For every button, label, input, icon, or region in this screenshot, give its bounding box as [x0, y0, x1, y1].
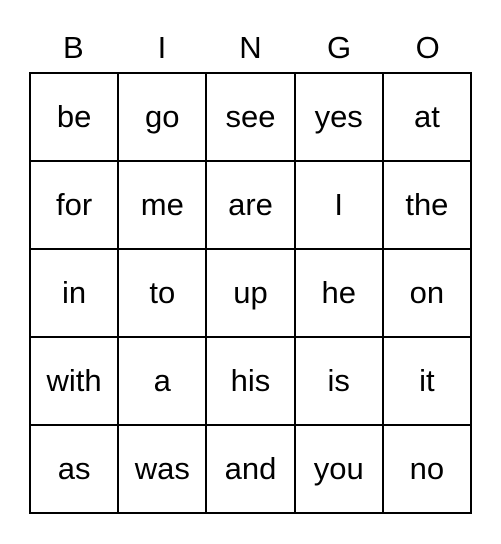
header-letter-n: N — [239, 30, 262, 65]
header-letter-b: B — [62, 30, 84, 65]
bingo-cell[interactable]: is — [295, 338, 384, 426]
bingo-cell[interactable]: with — [31, 338, 120, 426]
bingo-cell[interactable]: be — [31, 74, 120, 162]
bingo-cell[interactable]: up — [207, 250, 296, 338]
bingo-board: be go see yes at for me are I the in to … — [29, 72, 472, 514]
bingo-cell[interactable]: to — [119, 250, 208, 338]
bingo-cell[interactable]: on — [383, 250, 472, 338]
bingo-cell[interactable]: was — [119, 426, 208, 514]
bingo-cell[interactable]: you — [295, 426, 384, 514]
bingo-cell[interactable]: I — [295, 162, 384, 250]
header-letter-g: G — [327, 30, 352, 65]
bingo-cell[interactable]: for — [31, 162, 120, 250]
header-letter-o: O — [415, 30, 440, 65]
bingo-cell[interactable]: he — [295, 250, 384, 338]
bingo-cell[interactable]: go — [119, 74, 208, 162]
bingo-cell[interactable]: as — [31, 426, 120, 514]
bingo-cell[interactable]: and — [207, 426, 296, 514]
bingo-cell[interactable]: at — [383, 74, 472, 162]
bingo-header: B I N G O — [29, 28, 472, 68]
bingo-cell[interactable]: me — [119, 162, 208, 250]
bingo-cell[interactable]: see — [207, 74, 296, 162]
header-letter-i: I — [157, 30, 167, 65]
bingo-cell[interactable]: the — [383, 162, 472, 250]
bingo-cell[interactable]: yes — [295, 74, 384, 162]
bingo-cell[interactable]: no — [383, 426, 472, 514]
bingo-cell[interactable]: his — [207, 338, 296, 426]
bingo-cell[interactable]: in — [31, 250, 120, 338]
bingo-cell[interactable]: it — [383, 338, 472, 426]
bingo-cell[interactable]: a — [119, 338, 208, 426]
bingo-cell[interactable]: are — [207, 162, 296, 250]
